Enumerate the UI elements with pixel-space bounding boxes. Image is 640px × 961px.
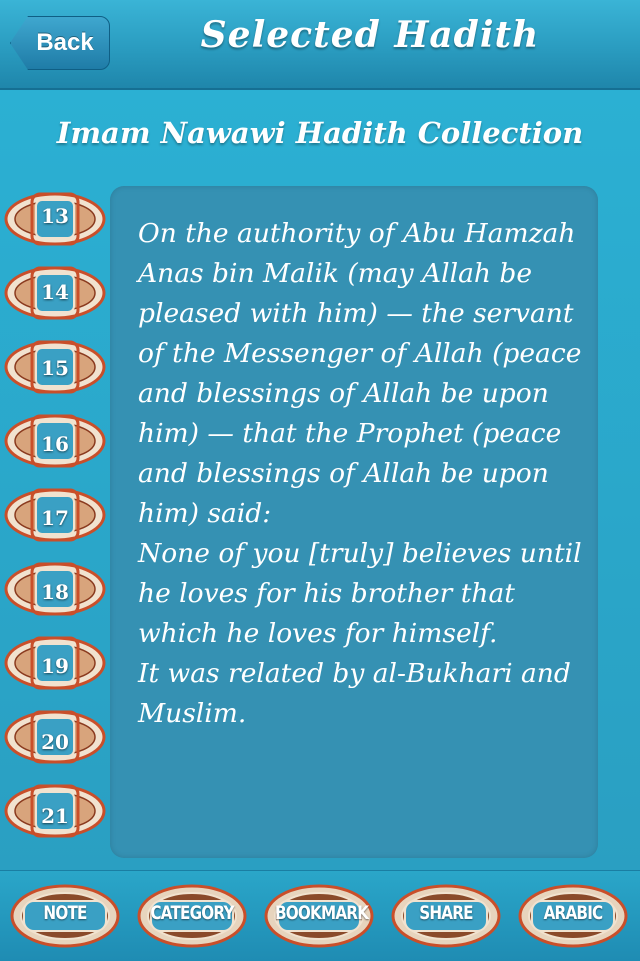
navigation-bar: Back Selected Hadith [0,0,640,90]
back-button[interactable]: Back [10,16,110,70]
hadith-number-label: 18 [41,580,69,604]
hadith-number-button[interactable]: 17 [4,484,106,546]
bookmark-button[interactable]: BOOKMARK [264,883,374,949]
hadith-number-button[interactable]: 18 [4,558,106,620]
hadith-number-label: 20 [41,730,69,754]
main-content: Imam Nawawi Hadith Collection 13 14 15 1… [0,90,640,870]
bottom-toolbar: NOTE CATEGORY BOOKMARK SHARE ARABIC [0,870,640,961]
hadith-number-label: 15 [41,356,69,380]
hadith-number-label: 14 [41,280,69,304]
hadith-number-button[interactable]: 16 [4,410,106,472]
hadith-number-button[interactable]: 21 [4,780,106,842]
share-button[interactable]: SHARE [391,883,501,949]
hadith-number-button[interactable]: 14 [4,262,106,324]
hadith-number-button[interactable]: 19 [4,632,106,694]
hadith-number-button[interactable]: 15 [4,336,106,398]
note-label: NOTE [43,902,87,924]
category-button[interactable]: CATEGORY [137,883,247,949]
page-title: Selected Hadith [200,14,540,56]
hadith-number-button[interactable]: 13 [4,188,106,250]
hadith-number-label: 21 [41,804,69,828]
share-label: SHARE [419,902,473,924]
hadith-panel: On the authority of Abu Hamzah Anas bin … [110,186,598,858]
arabic-button[interactable]: ARABIC [518,883,628,949]
hadith-number-label: 17 [41,506,69,530]
arabic-label: ARABIC [543,902,604,924]
hadith-text: On the authority of Abu Hamzah Anas bin … [138,218,582,729]
hadith-number-label: 13 [41,204,69,228]
hadith-number-label: 19 [41,654,69,678]
collection-title: Imam Nawawi Hadith Collection [56,116,584,150]
bookmark-label: BOOKMARK [275,902,369,924]
hadith-number-label: 16 [41,432,69,456]
category-label: CATEGORY [150,902,234,924]
note-button[interactable]: NOTE [10,883,120,949]
hadith-number-button[interactable]: 20 [4,706,106,768]
